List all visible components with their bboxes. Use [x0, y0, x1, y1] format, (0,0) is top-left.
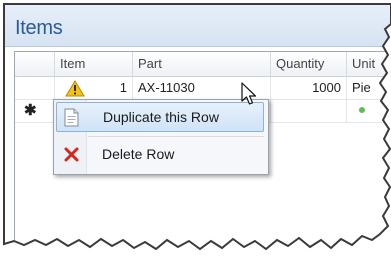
torn-paper-edge	[3, 3, 391, 251]
